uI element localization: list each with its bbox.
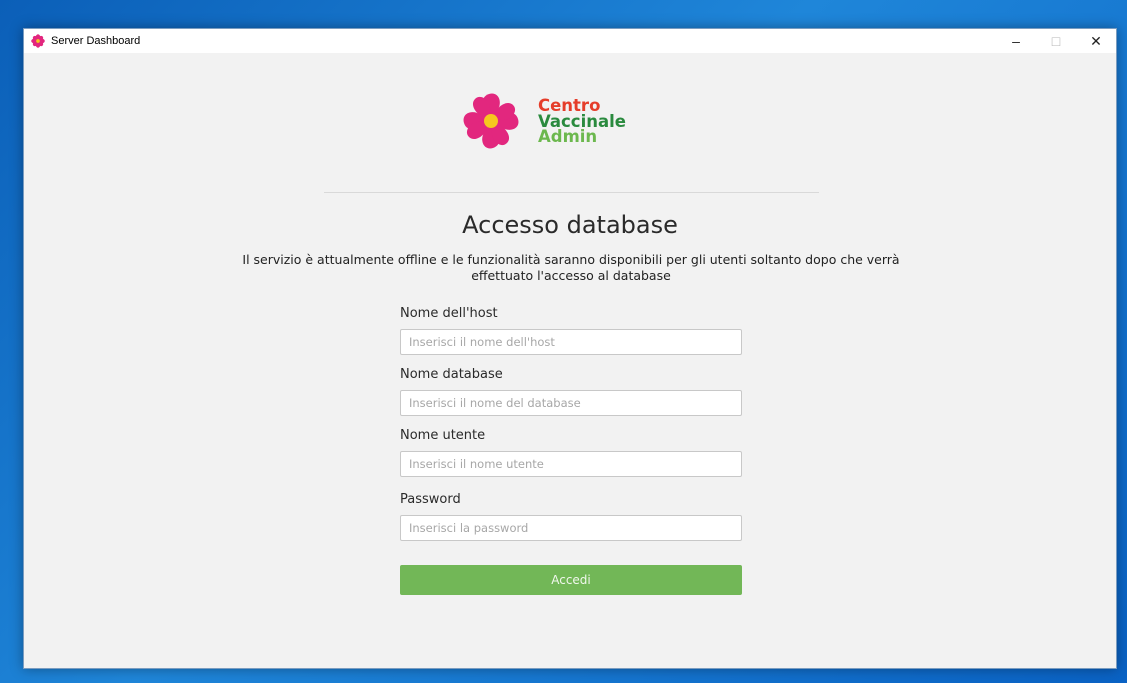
page-title: Accesso database <box>462 211 678 239</box>
password-label: Password <box>400 492 461 507</box>
host-label: Nome dell'host <box>400 306 498 321</box>
username-field-group: Nome utente <box>400 428 742 492</box>
login-form: Nome dell'host Nome database Nome utente… <box>400 306 742 595</box>
window-title: Server Dashboard <box>51 35 141 47</box>
app-window: Server Dashboard – □ ✕ Centro Vaccinale … <box>23 28 1117 669</box>
password-input[interactable] <box>400 515 742 541</box>
login-panel: Centro Vaccinale Admin Accesso database … <box>24 53 1116 670</box>
title-bar[interactable]: Server Dashboard – □ ✕ <box>24 29 1116 53</box>
database-input[interactable] <box>400 390 742 416</box>
app-logo: Centro Vaccinale Admin <box>459 89 669 153</box>
host-field-group: Nome dell'host <box>400 306 742 367</box>
database-label: Nome database <box>400 367 503 382</box>
database-field-group: Nome database <box>400 367 742 428</box>
close-button[interactable]: ✕ <box>1076 29 1116 53</box>
flower-icon <box>31 34 45 48</box>
logo-wordmark: Centro Vaccinale Admin <box>538 98 626 145</box>
maximize-button[interactable]: □ <box>1036 29 1076 53</box>
host-input[interactable] <box>400 329 742 355</box>
offline-notice: Il servizio è attualmente offline e le f… <box>242 252 900 283</box>
username-label: Nome utente <box>400 428 486 443</box>
username-input[interactable] <box>400 451 742 477</box>
login-button[interactable]: Accedi <box>400 565 742 595</box>
flower-logo-icon <box>463 93 519 149</box>
window-controls: – □ ✕ <box>996 29 1116 53</box>
divider <box>324 192 819 193</box>
logo-line-3: Admin <box>538 127 598 146</box>
password-field-group: Password <box>400 492 742 553</box>
minimize-button[interactable]: – <box>996 29 1036 53</box>
